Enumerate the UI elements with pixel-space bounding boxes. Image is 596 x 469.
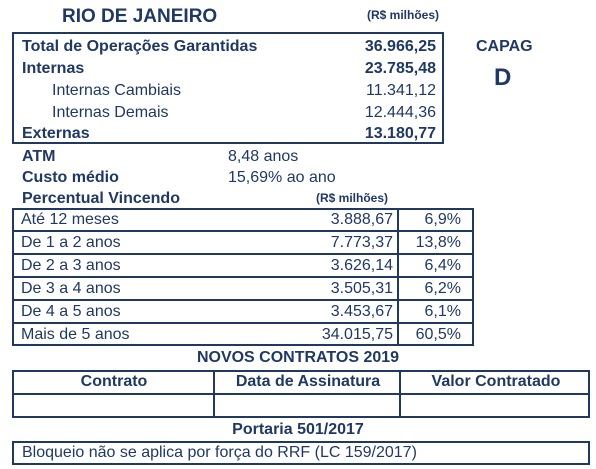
table-row: Mais de 5 anos 34.015,75 [12, 323, 398, 346]
maturity-pct-cell: 6,9% [398, 208, 474, 231]
portaria-text: Bloqueio não se aplica por força do RRF … [22, 444, 417, 461]
table-row: Até 12 meses 3.888,67 [12, 208, 398, 231]
summary-value: 23.785,48 [364, 60, 436, 77]
contracts-col-contract: Contrato [80, 373, 148, 390]
table-row: De 2 a 3 anos 3.626,14 [12, 254, 398, 277]
maturity-pct-cell: 60,5% [398, 323, 474, 346]
pct-unit: (R$ milhões) [316, 191, 389, 205]
contracts-header-cell: Valor Contratado [400, 370, 590, 394]
maturity-pct: 60,5% [415, 326, 461, 343]
contracts-table: Contrato Data de Assinatura Valor Contra… [12, 370, 590, 418]
table-row: De 3 a 4 anos 3.505,31 [12, 277, 398, 300]
capag-label: CAPAG [476, 38, 533, 55]
maturity-value: 7.773,37 [330, 234, 393, 251]
contracts-header-cell: Data de Assinatura [214, 370, 400, 394]
summary-value: 13.180,77 [364, 125, 436, 142]
contracts-header-cell: Contrato [12, 370, 214, 394]
summary-label: Externas [22, 125, 90, 142]
maturity-pct: 6,4% [424, 257, 461, 274]
page-title: RIO DE JANEIRO [62, 6, 218, 27]
maturity-label: De 2 a 3 anos [21, 257, 121, 274]
maturity-value: 34.015,75 [321, 326, 393, 343]
summary-label: Internas [22, 60, 85, 77]
maturity-pct: 6,1% [424, 303, 461, 320]
maturity-value: 3.453,67 [330, 303, 393, 320]
summary-row-cambiais: Internas Cambiais 11.341,12 [14, 80, 442, 102]
contracts-empty-cell [400, 394, 590, 418]
maturity-label: De 4 a 5 anos [21, 303, 121, 320]
maturity-label: Mais de 5 anos [21, 326, 130, 343]
summary-value: 12.444,36 [364, 104, 436, 121]
maturity-pct: 6,2% [424, 280, 461, 297]
maturity-value: 3.888,67 [330, 211, 393, 228]
maturity-pct: 13,8% [415, 234, 461, 251]
maturity-value: 3.626,14 [330, 257, 393, 274]
summary-value: 11.341,12 [366, 82, 436, 99]
pct-label: Percentual Vincendo [22, 190, 180, 207]
portaria-box: Bloqueio não se aplica por força do RRF … [12, 441, 590, 465]
maturity-pct: 6,9% [424, 211, 461, 228]
atm-label: ATM [22, 148, 56, 165]
summary-row-demais: Internas Demais 12.444,36 [14, 102, 442, 124]
summary-box: Total de Operações Garantidas 36.966,25 … [12, 32, 444, 144]
contracts-empty-cell [214, 394, 400, 418]
cost-value: 15,69% ao ano [228, 169, 336, 186]
contracts-title: NOVOS CONTRATOS 2019 [196, 349, 400, 366]
maturity-pct-cell: 13,8% [398, 231, 474, 254]
cost-label: Custo médio [22, 169, 119, 186]
maturity-label: De 3 a 4 anos [21, 280, 121, 297]
contracts-col-value: Valor Contratado [431, 373, 561, 390]
table-row: De 4 a 5 anos 3.453,67 [12, 300, 398, 323]
unit-label: (R$ milhões) [367, 8, 440, 22]
summary-label: Internas Demais [52, 104, 169, 121]
summary-row-total: Total de Operações Garantidas 36.966,25 [14, 36, 442, 58]
maturity-pct-cell: 6,1% [398, 300, 474, 323]
maturity-label: Até 12 meses [21, 211, 119, 228]
maturity-pct-cell: 6,4% [398, 254, 474, 277]
maturity-pct-cell: 6,2% [398, 277, 474, 300]
portaria-title: Portaria 501/2017 [232, 421, 364, 438]
capag-grade: D [494, 64, 512, 91]
contracts-col-date: Data de Assinatura [235, 373, 381, 390]
maturity-value: 3.505,31 [330, 280, 393, 297]
summary-row-externas: Externas 13.180,77 [14, 123, 442, 145]
summary-label: Internas Cambiais [52, 82, 181, 99]
summary-row-internas: Internas 23.785,48 [14, 58, 442, 80]
maturity-table: Até 12 meses 3.888,67 6,9% De 1 a 2 anos… [12, 208, 474, 346]
maturity-label: De 1 a 2 anos [21, 234, 121, 251]
summary-value: 36.966,25 [364, 38, 436, 55]
atm-value: 8,48 anos [228, 148, 299, 165]
contracts-empty-cell [12, 394, 214, 418]
table-row: De 1 a 2 anos 7.773,37 [12, 231, 398, 254]
summary-label: Total de Operações Garantidas [22, 38, 258, 55]
